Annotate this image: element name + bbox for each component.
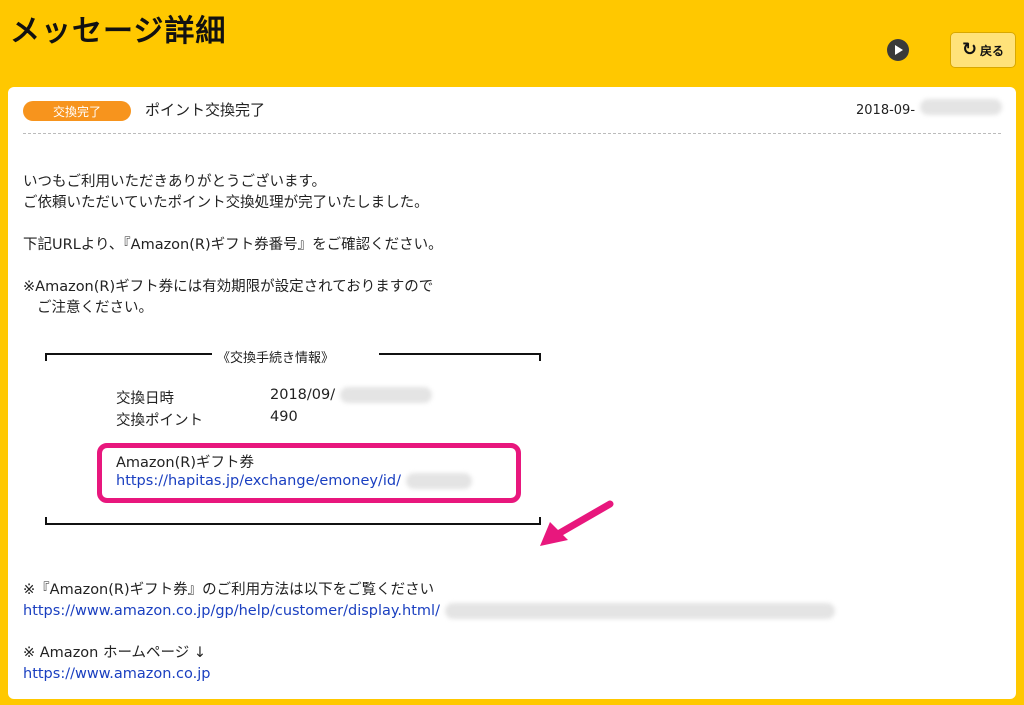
usage-note: ※『Amazon(R)ギフト券』のご利用方法は以下をご覧ください [23,582,435,598]
exchange-date-value: 2018/09/ [270,387,336,403]
status-badge: 交換完了 [23,101,131,121]
exchange-info-box: 《交換手続き情報》 交換日時 2018/09/ 交換ポイント 490 Amazo… [45,347,541,527]
exchange-points-value: 490 [270,409,298,425]
amazon-home-link[interactable]: https://www.amazon.co.jp [23,666,210,682]
divider [23,133,1001,134]
message-body: いつもご利用いただきありがとうございます。 ご依頼いただいていたポイント交換処理… [23,172,983,319]
body-line: ※Amazon(R)ギフト券には有効期限が設定されておりますので [23,279,434,295]
exchange-date-label: 交換日時 [116,391,174,407]
gift-card-link-row: https://hapitas.jp/exchange/emoney/id/ [116,473,472,489]
gift-card-label: Amazon(R)ギフト券 [116,455,254,471]
date-redaction [920,99,1002,115]
body-line: いつもご利用いただきありがとうございます。 [23,174,327,190]
back-button-label: 戻る [980,43,1005,58]
message-card: 交換完了 ポイント交換完了 2018-09- いつもご利用いただきありがとうござ… [8,87,1016,699]
home-note: ※ Amazon ホームページ ↓ [23,645,207,661]
pointer-arrow-icon [540,500,614,546]
message-date: 2018-09- [856,103,916,118]
body-line: ご依頼いただいていたポイント交換処理が完了いたしました。 [23,195,429,211]
back-button[interactable]: ↻ 戻る [950,32,1016,68]
back-arrow-icon: ↻ [961,39,978,60]
link-redaction [405,473,472,489]
date-redaction [339,387,432,403]
play-icon[interactable] [887,39,909,61]
gift-card-link[interactable]: https://hapitas.jp/exchange/emoney/id/ [116,473,401,489]
exchange-info-title: 《交換手続き情報》 [217,351,335,366]
exchange-points-label: 交換ポイント [116,413,203,429]
link-redaction [444,603,835,619]
usage-link[interactable]: https://www.amazon.co.jp/gp/help/custome… [23,603,440,619]
exchange-points-row: 交換ポイント 490 [116,409,298,430]
body-line: 下記URLより、『Amazon(R)ギフト券番号』をご確認ください。 [23,237,443,253]
page-title: メッセージ詳細 [10,14,227,49]
message-footer: ※『Amazon(R)ギフト券』のご利用方法は以下をご覧ください https:/… [23,580,983,685]
message-subject: ポイント交換完了 [145,101,266,119]
body-line: ご注意ください。 [37,300,153,316]
exchange-date-row: 交換日時 2018/09/ [116,387,432,408]
